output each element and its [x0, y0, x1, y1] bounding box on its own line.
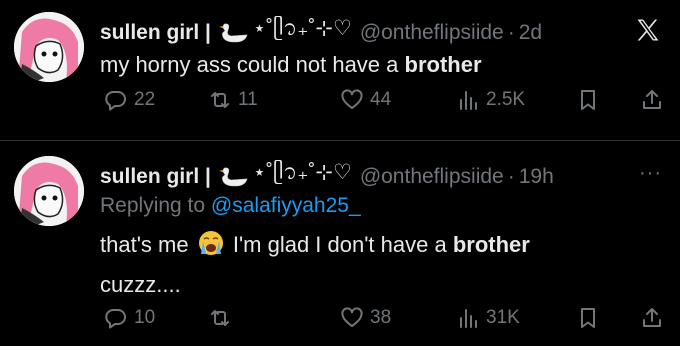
- tweet-text-bold: brother: [452, 232, 530, 257]
- like-count: 38: [370, 307, 392, 328]
- tweet-header: sullen girl | ⋆˚ᥫ᭡₊˚⊹♡ @ontheflipsiide ·…: [100, 14, 542, 51]
- decoration-text: ⋆˚ᥫ᭡₊˚⊹♡: [252, 17, 352, 40]
- more-icon[interactable]: ···: [639, 162, 662, 185]
- timestamp[interactable]: 19h: [519, 165, 554, 189]
- views-button[interactable]: 31K: [456, 306, 520, 330]
- share-button[interactable]: [640, 306, 664, 330]
- display-name[interactable]: sullen girl |: [100, 21, 211, 45]
- reply-count: 10: [134, 307, 156, 328]
- tweet-2[interactable]: sullen girl | ⋆˚ᥫ᭡₊˚⊹♡ @ontheflipsiide ·…: [0, 142, 680, 346]
- replying-to-label: Replying to: [100, 194, 211, 217]
- separator-dot: ·: [507, 20, 515, 44]
- replying-to-handle[interactable]: @salafiyyah25_: [211, 194, 361, 217]
- decoration-text: ⋆˚ᥫ᭡₊˚⊹♡: [252, 161, 352, 184]
- retweet-count: 11: [238, 89, 258, 110]
- bookmark-icon: [581, 308, 595, 328]
- name-decoration: ⋆˚ᥫ᭡₊˚⊹♡: [215, 158, 352, 195]
- separator-dot: ·: [507, 164, 515, 188]
- tweet-text-bold: brother: [404, 52, 482, 77]
- retweet-icon: [211, 310, 229, 326]
- bookmark-icon: [581, 90, 595, 110]
- action-bar: 10 38 31K: [100, 306, 661, 336]
- avatar-image: [14, 12, 84, 82]
- crying-emoji-icon: [198, 231, 223, 255]
- bookmark-button[interactable]: [576, 306, 600, 330]
- swan-icon: [218, 23, 248, 42]
- x-logo-icon[interactable]: [634, 16, 662, 44]
- share-icon: [643, 308, 661, 327]
- view-count: 2.5K: [486, 89, 526, 110]
- avatar-image: [14, 156, 84, 226]
- handle[interactable]: @ontheflipsiide: [360, 165, 504, 189]
- avatar[interactable]: [14, 12, 84, 82]
- views-icon: [460, 309, 477, 328]
- heart-icon: [341, 307, 363, 327]
- reply-icon: [105, 309, 126, 329]
- heart-icon: [341, 89, 363, 109]
- avatar[interactable]: [14, 156, 84, 226]
- reply-icon: [105, 91, 126, 111]
- view-count: 31K: [486, 307, 520, 328]
- replying-to: Replying to @salafiyyah25_: [100, 194, 361, 218]
- swan-icon: [218, 167, 248, 186]
- name-decoration: ⋆˚ᥫ᭡₊˚⊹♡: [215, 14, 352, 51]
- views-button[interactable]: 2.5K: [456, 88, 525, 112]
- tweet-1[interactable]: sullen girl | ⋆˚ᥫ᭡₊˚⊹♡ @ontheflipsiide ·…: [0, 0, 680, 140]
- like-count: 44: [370, 89, 392, 110]
- handle[interactable]: @ontheflipsiide: [360, 21, 504, 45]
- tweet-header: sullen girl | ⋆˚ᥫ᭡₊˚⊹♡ @ontheflipsiide ·…: [100, 158, 554, 195]
- reply-button[interactable]: 10: [104, 306, 155, 330]
- views-icon: [460, 91, 477, 110]
- action-bar: 22 11 44 2.5K: [100, 88, 661, 118]
- tweet-text: that's me I'm glad I don't have a brothe…: [100, 228, 530, 262]
- bookmark-button[interactable]: [576, 88, 600, 112]
- reply-button[interactable]: 22: [104, 88, 155, 112]
- tweet-divider: [0, 140, 680, 141]
- like-button[interactable]: 44: [340, 88, 391, 112]
- display-name[interactable]: sullen girl |: [100, 165, 211, 189]
- tweet-text-b: I'm glad I don't have a: [232, 232, 453, 257]
- share-icon: [643, 90, 661, 109]
- timestamp[interactable]: 2d: [519, 21, 542, 45]
- retweet-button[interactable]: [208, 306, 238, 330]
- tweet-text-a: that's me: [100, 232, 189, 257]
- retweet-button[interactable]: 11: [208, 88, 258, 112]
- retweet-icon: [211, 92, 229, 108]
- reply-count: 22: [134, 89, 156, 110]
- tweet-text-main: my horny ass could not have a: [100, 52, 405, 77]
- share-button[interactable]: [640, 88, 664, 112]
- tweet-text-line2: cuzzz....: [100, 272, 181, 297]
- tweet-text: my horny ass could not have a brother: [100, 48, 482, 82]
- like-button[interactable]: 38: [340, 306, 391, 330]
